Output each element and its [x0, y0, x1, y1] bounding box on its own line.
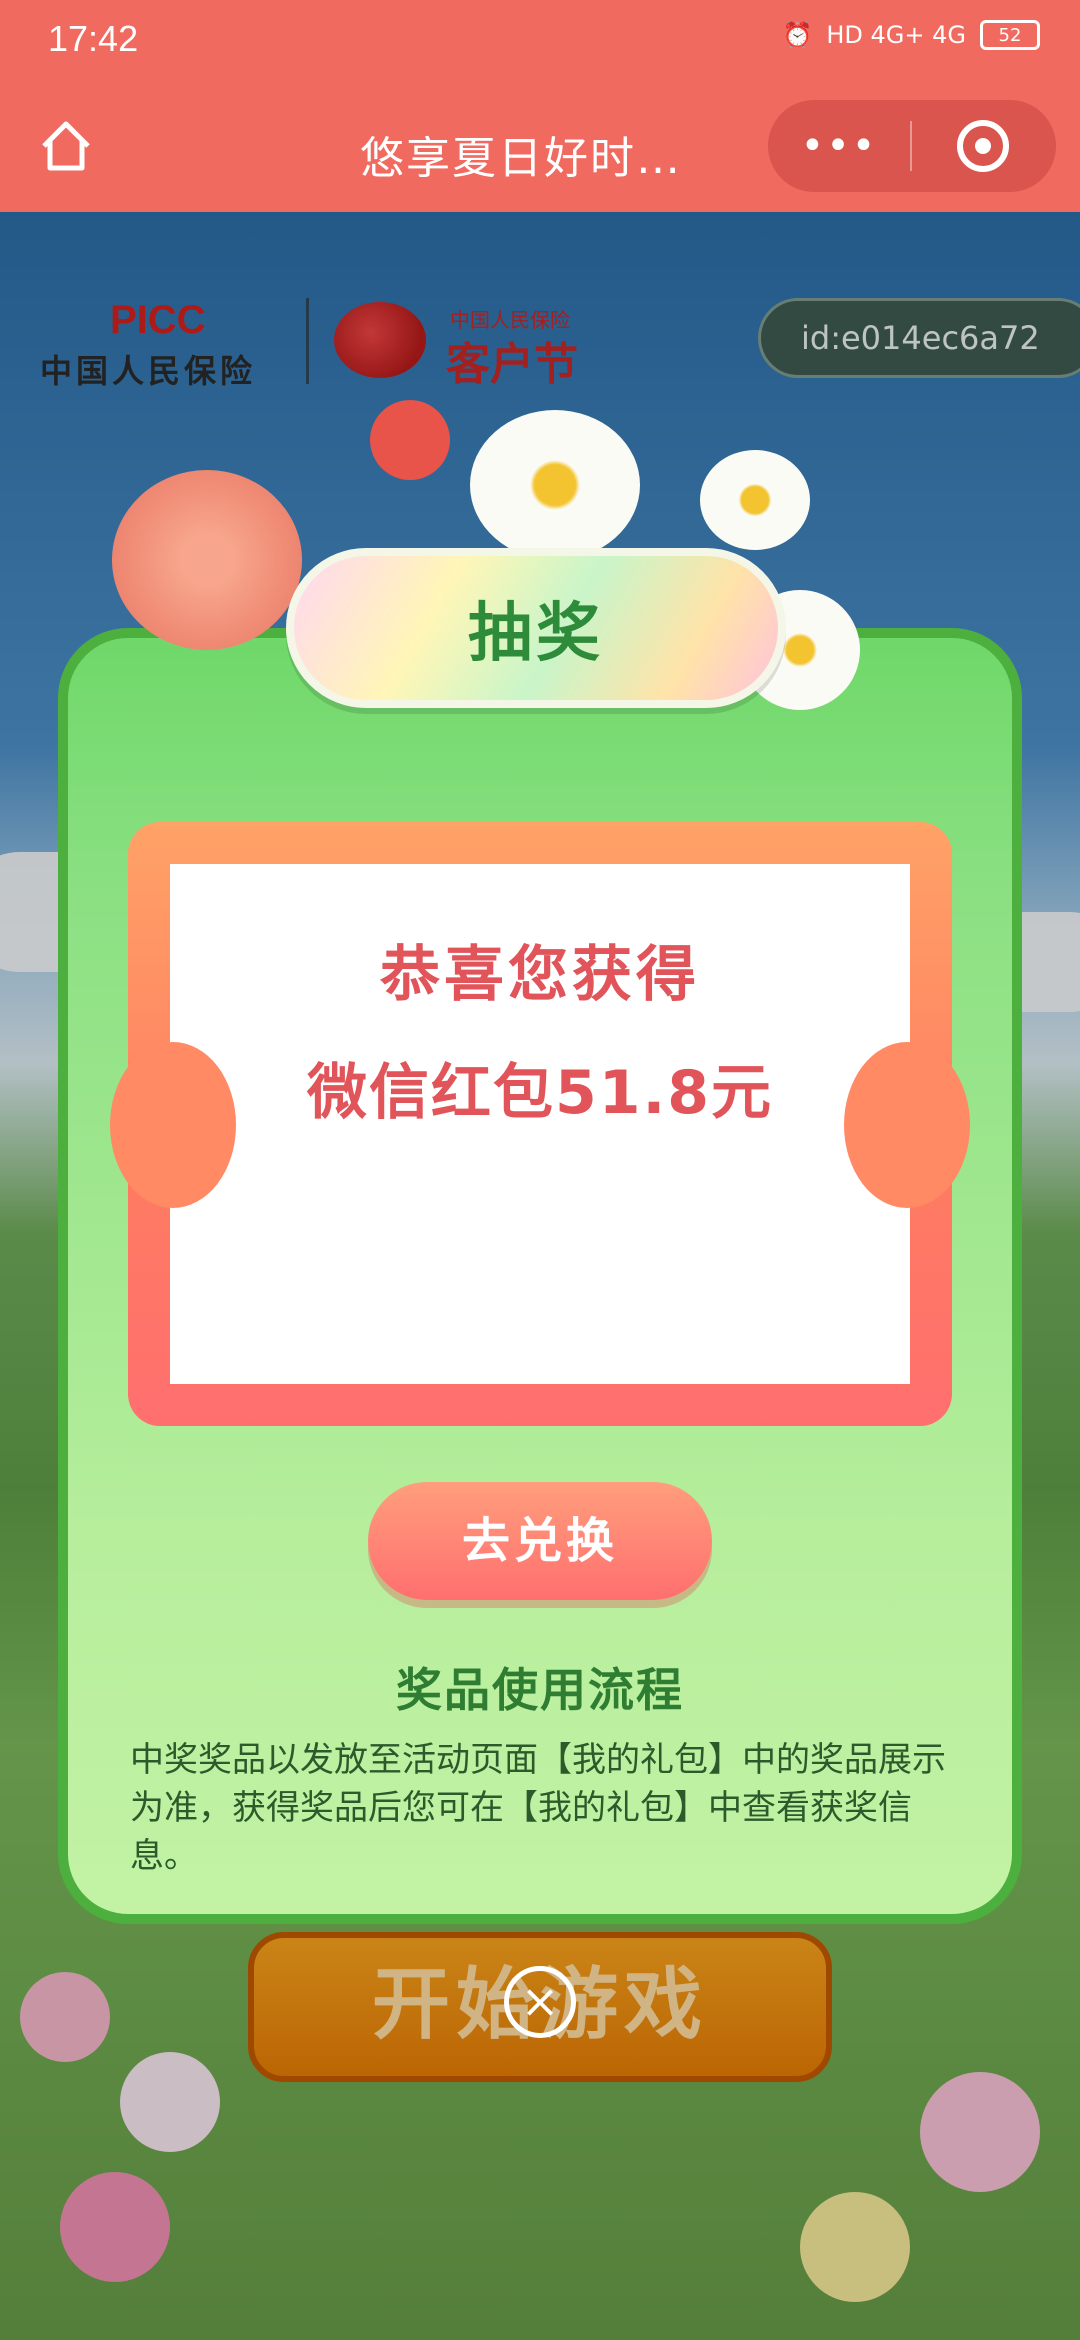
target-icon	[957, 120, 1009, 172]
redeem-button[interactable]: 去兑换	[368, 1482, 712, 1600]
page-title: 悠享夏日好时…	[360, 133, 682, 184]
title-bar: 悠享夏日好时… •••	[0, 80, 1080, 212]
prize-ticket-body: 恭喜您获得 微信红包51.8元	[170, 864, 910, 1384]
prize-ticket: 恭喜您获得 微信红包51.8元	[110, 822, 970, 1426]
rose-decoration	[370, 400, 450, 480]
alarm-icon: ⏰	[782, 21, 813, 49]
close-mini-program-button[interactable]	[912, 120, 1054, 172]
ticket-notch-left	[110, 1042, 236, 1208]
white-flower-decoration	[700, 450, 810, 550]
congrats-text: 恭喜您获得	[380, 940, 700, 1010]
close-modal-button[interactable]: ×	[504, 1966, 576, 2038]
modal-header-lottery: 抽奖	[286, 548, 786, 708]
status-icons: ⏰ HD 4G+ 4G 52	[782, 20, 1040, 50]
mini-program-capsule: •••	[768, 100, 1056, 192]
close-icon: ×	[520, 1974, 560, 2028]
home-icon[interactable]	[36, 116, 96, 176]
battery-level: 52	[998, 24, 1022, 46]
ticket-notch-right	[844, 1042, 970, 1208]
prize-usage-title: 奖品使用流程	[396, 1663, 684, 1717]
more-menu-button[interactable]: •••	[768, 123, 910, 169]
status-time: 17:42	[48, 18, 139, 59]
network-indicator: HD 4G+ 4G	[826, 21, 966, 49]
prize-usage-text: 中奖奖品以发放至活动页面【我的礼包】中的奖品展示为准，获得奖品后您可在【我的礼包…	[130, 1740, 946, 1876]
battery-icon: 52	[980, 20, 1040, 50]
prize-text: 微信红包51.8元	[306, 1058, 774, 1128]
rose-decoration	[112, 470, 302, 650]
white-flower-decoration	[470, 410, 640, 560]
status-bar: 17:42 ⏰ HD 4G+ 4G 52	[0, 0, 1080, 80]
